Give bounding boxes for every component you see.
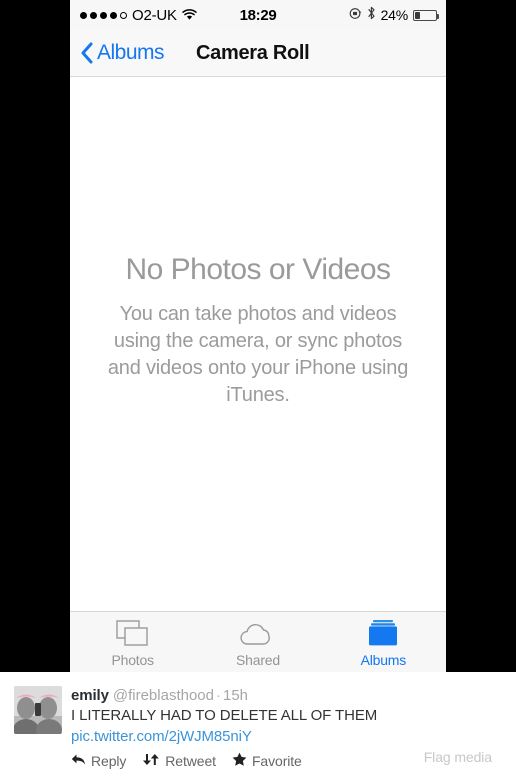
tweet-media-screenshot[interactable]: O2-UK 18:29 24% Albums Camera Roll No Ph… bbox=[0, 0, 516, 672]
star-icon bbox=[232, 752, 247, 769]
bluetooth-icon bbox=[367, 6, 376, 24]
cloud-icon bbox=[239, 619, 277, 649]
tweet-separator: · bbox=[215, 687, 221, 704]
photo-grid-content: No Photos or Videos You can take photos … bbox=[70, 77, 446, 611]
reply-arrow-icon bbox=[71, 753, 86, 769]
favorite-label: Favorite bbox=[251, 752, 302, 769]
reply-label: Reply bbox=[91, 752, 127, 769]
battery-percent-label: 24% bbox=[380, 7, 409, 23]
tab-bar: Photos Shared Albums bbox=[70, 611, 446, 672]
flag-media-link[interactable]: Flag media bbox=[424, 749, 492, 765]
tweet-timestamp[interactable]: 15h bbox=[223, 687, 248, 704]
tab-shared[interactable]: Shared bbox=[195, 619, 320, 668]
empty-state: No Photos or Videos You can take photos … bbox=[70, 253, 446, 409]
chevron-left-icon bbox=[80, 42, 93, 64]
retweet-label: Retweet bbox=[165, 752, 216, 769]
navigation-bar: Albums Camera Roll bbox=[70, 30, 446, 77]
avatar[interactable] bbox=[14, 686, 62, 734]
rotation-lock-icon bbox=[349, 7, 362, 24]
tweet-card: emily @fireblasthood · 15h I LITERALLY HAD … bbox=[0, 672, 516, 784]
tweet-header: emily @fireblasthood · 15h bbox=[71, 686, 504, 705]
photos-stack-icon bbox=[115, 619, 150, 649]
retweet-button[interactable]: Retweet bbox=[142, 753, 216, 769]
retweet-icon bbox=[142, 753, 160, 769]
reply-button[interactable]: Reply bbox=[71, 753, 126, 769]
back-button[interactable]: Albums bbox=[80, 41, 165, 65]
status-bar-right: 24% bbox=[349, 6, 439, 24]
empty-state-body: You can take photos and videos using the… bbox=[107, 303, 409, 406]
battery-icon bbox=[413, 9, 439, 21]
tab-albums[interactable]: Albums bbox=[321, 619, 446, 668]
tweet-display-name[interactable]: emily bbox=[71, 687, 109, 704]
empty-state-title: No Photos or Videos bbox=[125, 253, 391, 286]
back-button-label: Albums bbox=[97, 41, 165, 64]
tab-shared-label: Shared bbox=[236, 651, 280, 668]
ios-status-bar: O2-UK 18:29 24% bbox=[70, 0, 446, 30]
tweet-text: I LITERALLY HAD TO DELETE ALL OF THEM bbox=[71, 707, 378, 724]
tab-photos[interactable]: Photos bbox=[70, 619, 195, 668]
tab-photos-label: Photos bbox=[111, 651, 154, 668]
albums-folder-icon bbox=[366, 619, 400, 649]
tab-albums-label: Albums bbox=[360, 651, 407, 668]
tweet-handle[interactable]: @fireblasthood bbox=[113, 687, 214, 704]
page-title: Camera Roll bbox=[196, 41, 310, 64]
tweet-media-link[interactable]: pic.twitter.com/2jWJM85niY bbox=[71, 727, 252, 747]
iphone-screenshot: O2-UK 18:29 24% Albums Camera Roll No Ph… bbox=[70, 0, 446, 672]
favorite-button[interactable]: Favorite bbox=[232, 752, 302, 769]
